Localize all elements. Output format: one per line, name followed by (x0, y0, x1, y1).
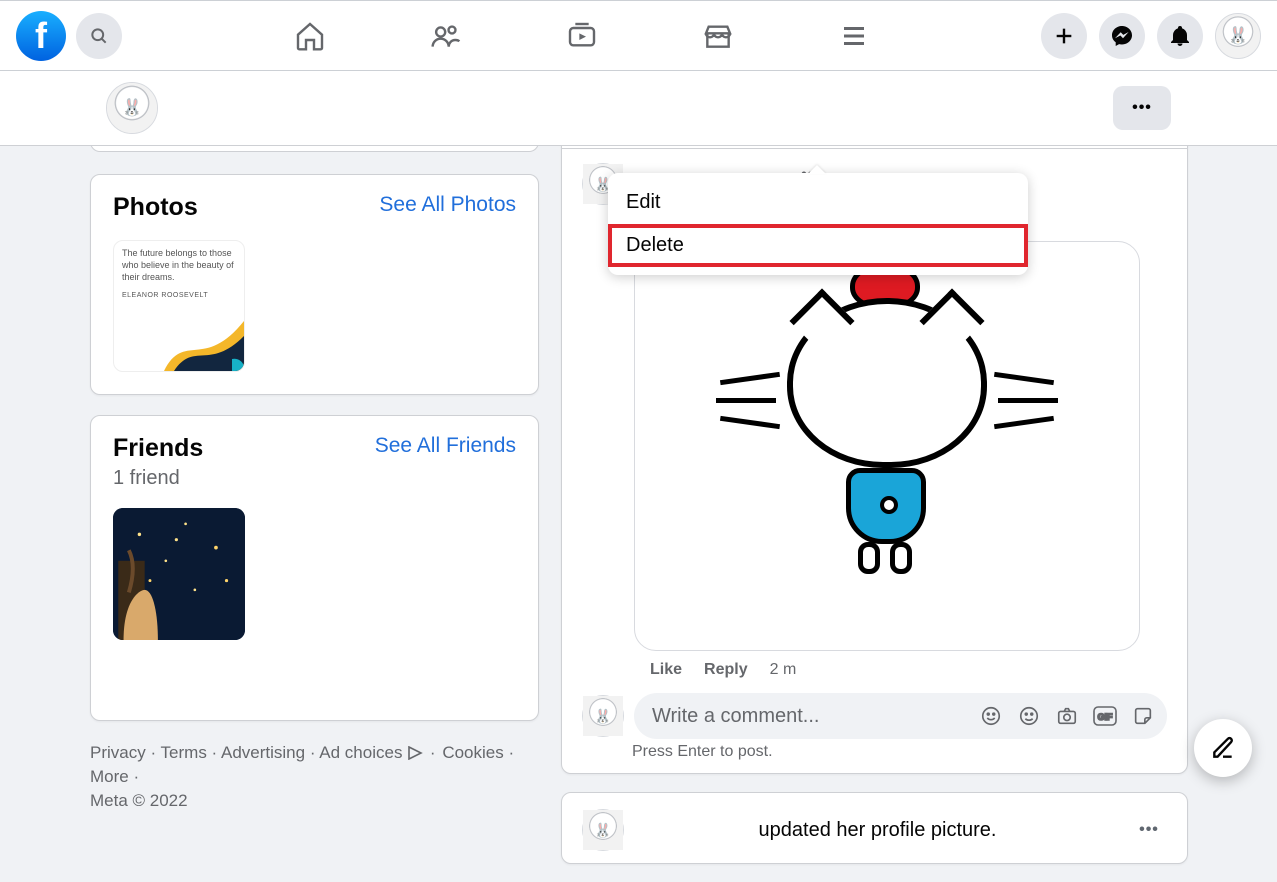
top-nav: f (0, 0, 1277, 71)
messenger-button[interactable] (1099, 13, 1145, 59)
profile-bar: ••• (0, 71, 1277, 146)
messenger-icon (1110, 24, 1134, 48)
friends-tab[interactable] (430, 20, 462, 52)
menu-item-edit[interactable]: Edit (608, 181, 1028, 224)
friend-thumbnail[interactable] (113, 508, 245, 640)
comment-time: 2 m (770, 661, 797, 679)
friends-count: 1 friend (113, 467, 516, 490)
ellipsis-icon: ••• (1132, 99, 1152, 117)
comment-input-tools: GIF (979, 704, 1155, 728)
emoji-button[interactable] (1017, 704, 1041, 728)
footer-link-advertising[interactable]: Advertising (221, 743, 319, 762)
friends-card: Friends See All Friends 1 friend (90, 415, 539, 721)
footer-link-terms[interactable]: Terms (161, 743, 221, 762)
comment-placeholder: Write a comment... (652, 705, 819, 728)
comment-input-row: Write a comment... GIF (582, 693, 1167, 739)
footer-link-privacy[interactable]: Privacy (90, 743, 161, 762)
photo-decoration (164, 321, 244, 371)
sticker-button[interactable] (1131, 704, 1155, 728)
post-card: Like Comment ••• (561, 86, 1188, 774)
camera-icon (1056, 705, 1078, 727)
photos-title: Photos (113, 193, 198, 222)
next-post-text: updated her profile picture. (638, 819, 1117, 842)
comment-image[interactable] (634, 241, 1140, 651)
menu-item-delete[interactable]: Delete (608, 224, 1028, 267)
comment-like-button[interactable]: Like (650, 661, 682, 679)
comment-reply-button[interactable]: Reply (704, 661, 748, 679)
footer-link-more[interactable]: More (90, 767, 129, 786)
photo-author: ELEANOR ROOSEVELT (122, 291, 236, 300)
friends-icon (430, 19, 462, 53)
create-button[interactable] (1041, 13, 1087, 59)
next-post-card: updated her profile picture. ••• (561, 792, 1188, 864)
left-column: Photos See All Photos The future belongs… (90, 140, 539, 812)
friend-image (113, 508, 245, 640)
footer-meta: Meta © 2022 (90, 791, 188, 810)
profile-more-button[interactable]: ••• (1113, 86, 1171, 130)
gif-icon: GIF (1093, 706, 1117, 726)
see-all-photos-link[interactable]: See All Photos (379, 193, 516, 217)
home-tab[interactable] (294, 20, 326, 52)
feed-column: Like Comment ••• (561, 86, 1188, 882)
photo-caption: The future belongs to those who believe … (122, 247, 236, 283)
avatar-sticker-icon (980, 705, 1002, 727)
menu-icon (839, 21, 869, 51)
emoji-icon (1018, 705, 1040, 727)
sticker-icon (1132, 705, 1154, 727)
search-icon (89, 26, 109, 46)
avatar-sticker-button[interactable] (979, 704, 1003, 728)
marketplace-tab[interactable] (702, 20, 734, 52)
search-button[interactable] (76, 13, 122, 59)
profile-avatar[interactable] (106, 82, 158, 134)
footer-link-adchoices[interactable]: Ad choices (319, 743, 402, 762)
kitty-illustration (772, 298, 1002, 578)
watch-icon (566, 20, 598, 52)
see-all-friends-link[interactable]: See All Friends (375, 434, 516, 458)
camera-button[interactable] (1055, 704, 1079, 728)
home-icon (294, 20, 326, 52)
content-area: Photos See All Photos The future belongs… (0, 146, 1277, 802)
ellipsis-icon: ••• (1139, 821, 1159, 839)
enter-hint: Press Enter to post. (632, 743, 1187, 761)
gif-button[interactable]: GIF (1093, 704, 1117, 728)
marketplace-icon (702, 20, 734, 52)
next-post-avatar[interactable] (582, 809, 624, 851)
notifications-button[interactable] (1157, 13, 1203, 59)
photo-thumbnail[interactable]: The future belongs to those who believe … (113, 240, 245, 372)
bell-icon (1168, 24, 1192, 48)
plus-icon (1053, 25, 1075, 47)
friends-title: Friends (113, 434, 203, 463)
compose-icon (1210, 735, 1236, 761)
compose-fab[interactable] (1194, 719, 1252, 777)
account-avatar[interactable] (1215, 13, 1261, 59)
watch-tab[interactable] (566, 20, 598, 52)
comment-meta: Like Reply 2 m (650, 661, 1167, 679)
adchoices-icon (407, 746, 423, 760)
photos-card: Photos See All Photos The future belongs… (90, 174, 539, 395)
comment-options-menu: Edit Delete (608, 173, 1028, 275)
nav-tabs (122, 20, 1041, 52)
footer-link-cookies[interactable]: Cookies (442, 743, 514, 762)
svg-text:GIF: GIF (1098, 712, 1114, 722)
comment-input[interactable]: Write a comment... GIF (634, 693, 1167, 739)
my-avatar[interactable] (582, 695, 624, 737)
next-post-options[interactable]: ••• (1131, 812, 1167, 848)
nav-right (1041, 13, 1261, 59)
menu-tab[interactable] (838, 20, 870, 52)
facebook-logo[interactable]: f (16, 11, 66, 61)
